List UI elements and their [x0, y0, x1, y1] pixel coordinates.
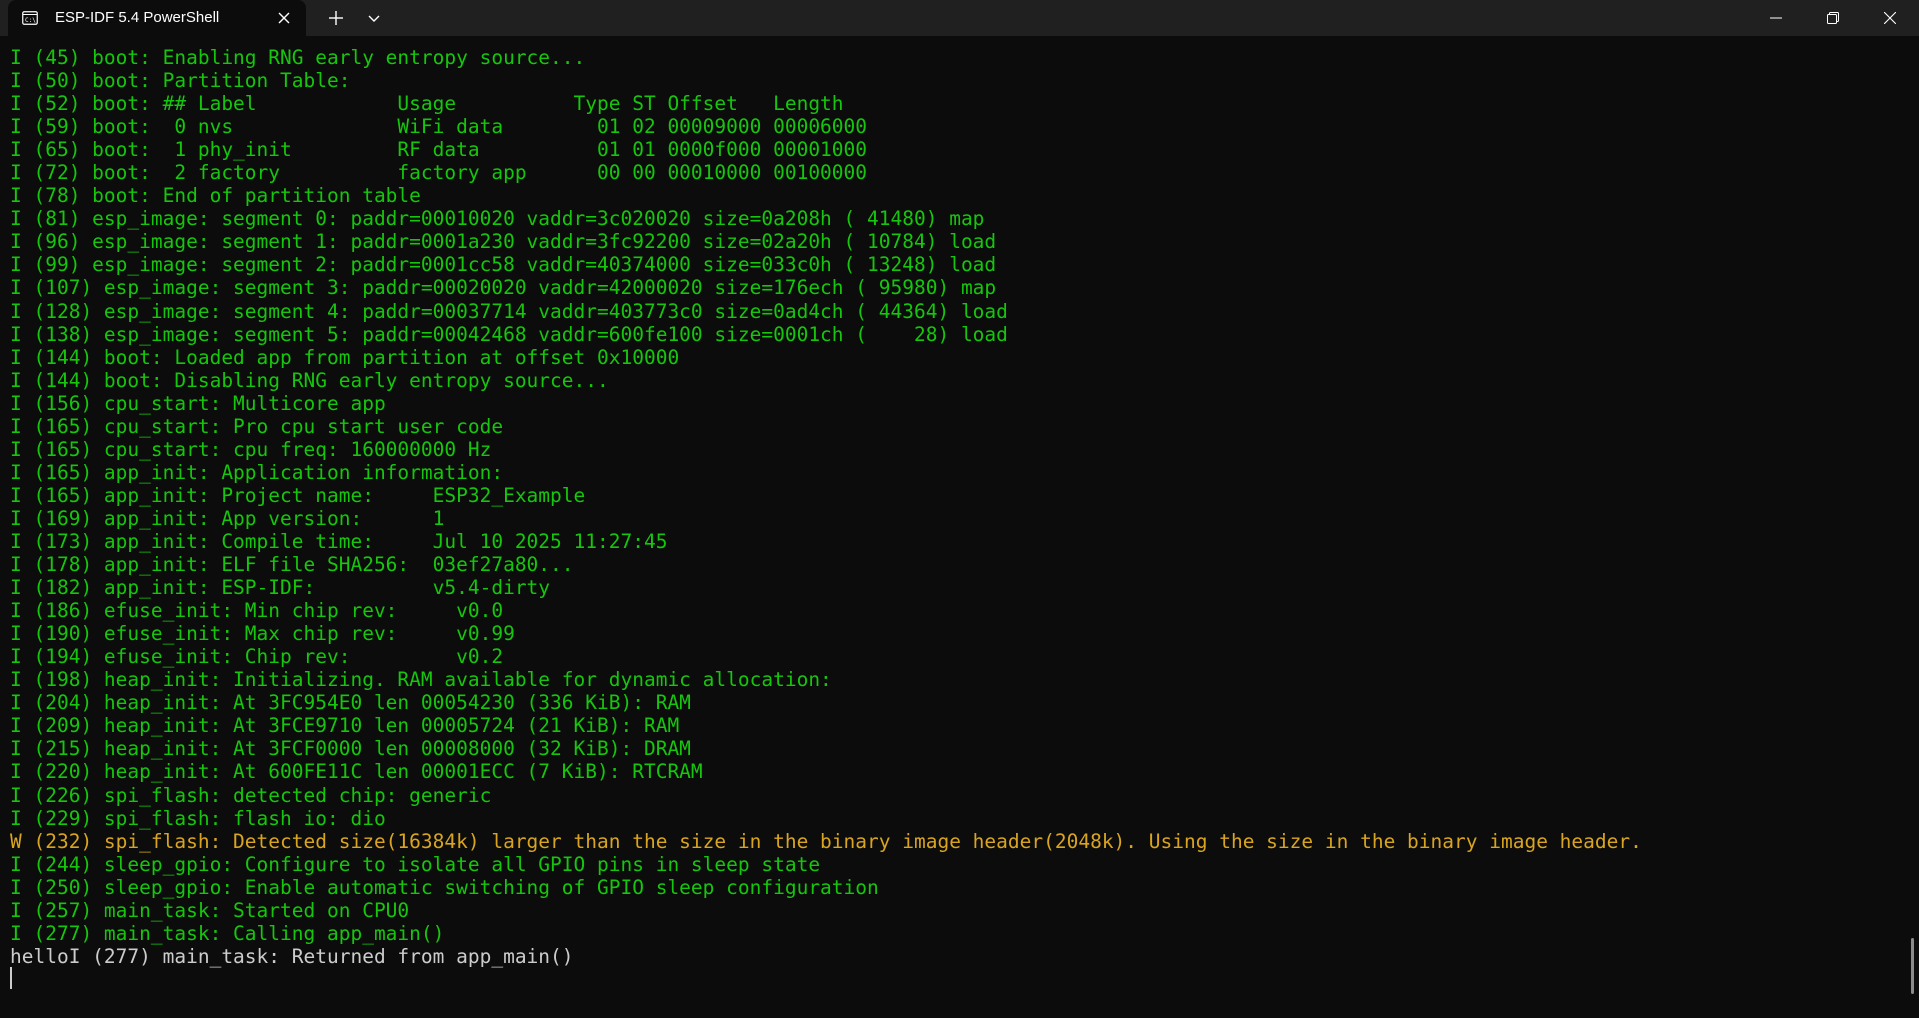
minimize-icon: [1770, 17, 1782, 19]
terminal-line: I (156) cpu_start: Multicore app: [10, 391, 386, 415]
title-bar: C:\ ESP-IDF 5.4 PowerShell: [0, 0, 1919, 36]
terminal-line: I (138) esp_image: segment 5: paddr=0004…: [10, 322, 1008, 346]
terminal-line: I (99) esp_image: segment 2: paddr=0001c…: [10, 253, 997, 277]
terminal-line: I (220) heap_init: At 600FE11C len 00001…: [10, 760, 703, 784]
tab-title: ESP-IDF 5.4 PowerShell: [55, 9, 220, 26]
terminal-line: I (277) main_task: Calling app_main(): [10, 921, 445, 945]
terminal-line: I (144) boot: Disabling RNG early entrop…: [10, 368, 609, 392]
terminal-line: W (232) spi_flash: Detected size(16384k)…: [10, 829, 1642, 853]
terminal-line: I (250) sleep_gpio: Enable automatic swi…: [10, 875, 879, 899]
terminal-output[interactable]: I (45) boot: Enabling RNG early entropy …: [10, 46, 1890, 1006]
terminal-line: I (169) app_init: App version: 1: [10, 506, 445, 530]
terminal-line: I (198) heap_init: Initializing. RAM ava…: [10, 668, 832, 692]
terminal-window: C:\ ESP-IDF 5.4 PowerShell I (45) boot: …: [0, 0, 1919, 1018]
chevron-down-icon[interactable]: [362, 6, 386, 30]
terminal-line: I (257) main_task: Started on CPU0: [10, 898, 410, 922]
terminal-line: I (96) esp_image: segment 1: paddr=0001a…: [10, 230, 997, 254]
terminal-icon: C:\: [22, 11, 38, 25]
terminal-line: I (72) boot: 2 factory factory app 00 00…: [10, 161, 868, 185]
text-cursor: [10, 967, 12, 989]
plus-icon[interactable]: [324, 6, 348, 30]
terminal-line: I (178) app_init: ELF file SHA256: 03ef2…: [10, 553, 574, 577]
close-icon: [1884, 12, 1896, 24]
terminal-line: I (229) spi_flash: flash io: dio: [10, 806, 386, 830]
svg-text:C:\: C:\: [25, 17, 36, 24]
restore-icon: [1827, 12, 1839, 24]
terminal-line: I (128) esp_image: segment 4: paddr=0003…: [10, 299, 1008, 323]
terminal-line: I (81) esp_image: segment 0: paddr=00010…: [10, 207, 985, 231]
tab-esp-idf-powershell[interactable]: C:\ ESP-IDF 5.4 PowerShell: [8, 0, 306, 36]
terminal-line: I (173) app_init: Compile time: Jul 10 2…: [10, 529, 668, 553]
terminal-line: I (107) esp_image: segment 3: paddr=0002…: [10, 276, 997, 300]
terminal-line: I (50) boot: Partition Table:: [10, 69, 351, 93]
terminal-line: I (45) boot: Enabling RNG early entropy …: [10, 46, 586, 69]
restore-button[interactable]: [1805, 0, 1861, 36]
terminal-line: I (194) efuse_init: Chip rev: v0.2: [10, 645, 504, 669]
scrollbar[interactable]: [1911, 938, 1914, 994]
terminal-line: I (144) boot: Loaded app from partition …: [10, 345, 680, 369]
terminal-line: I (244) sleep_gpio: Configure to isolate…: [10, 852, 821, 876]
terminal-line: I (78) boot: End of partition table: [10, 184, 421, 208]
terminal-line: I (165) cpu_start: Pro cpu start user co…: [10, 414, 504, 438]
terminal-line: I (65) boot: 1 phy_init RF data 01 01 00…: [10, 138, 868, 162]
terminal-line: I (165) app_init: Application informatio…: [10, 460, 504, 484]
close-tab-icon[interactable]: [274, 8, 294, 28]
terminal-line: helloI (277) main_task: Returned from ap…: [10, 944, 574, 968]
terminal-line: I (59) boot: 0 nvs WiFi data 01 02 00009…: [10, 115, 868, 139]
terminal-line: I (215) heap_init: At 3FCF0000 len 00008…: [10, 737, 691, 761]
terminal-line: I (165) app_init: Project name: ESP32_Ex…: [10, 483, 586, 507]
minimize-button[interactable]: [1748, 0, 1804, 36]
terminal-line: I (165) cpu_start: cpu freq: 160000000 H…: [10, 437, 492, 461]
terminal-line: I (209) heap_init: At 3FCE9710 len 00005…: [10, 714, 680, 738]
terminal-line: I (226) spi_flash: detected chip: generi…: [10, 783, 492, 807]
terminal-line: I (182) app_init: ESP-IDF: v5.4-dirty: [10, 576, 551, 600]
terminal-line: I (204) heap_init: At 3FC954E0 len 00054…: [10, 691, 691, 715]
close-window-button[interactable]: [1862, 0, 1918, 36]
terminal-line: I (190) efuse_init: Max chip rev: v0.99: [10, 622, 515, 646]
terminal-line: I (52) boot: ## Label Usage Type ST Offs…: [10, 92, 844, 116]
terminal-line: I (186) efuse_init: Min chip rev: v0.0: [10, 599, 504, 623]
